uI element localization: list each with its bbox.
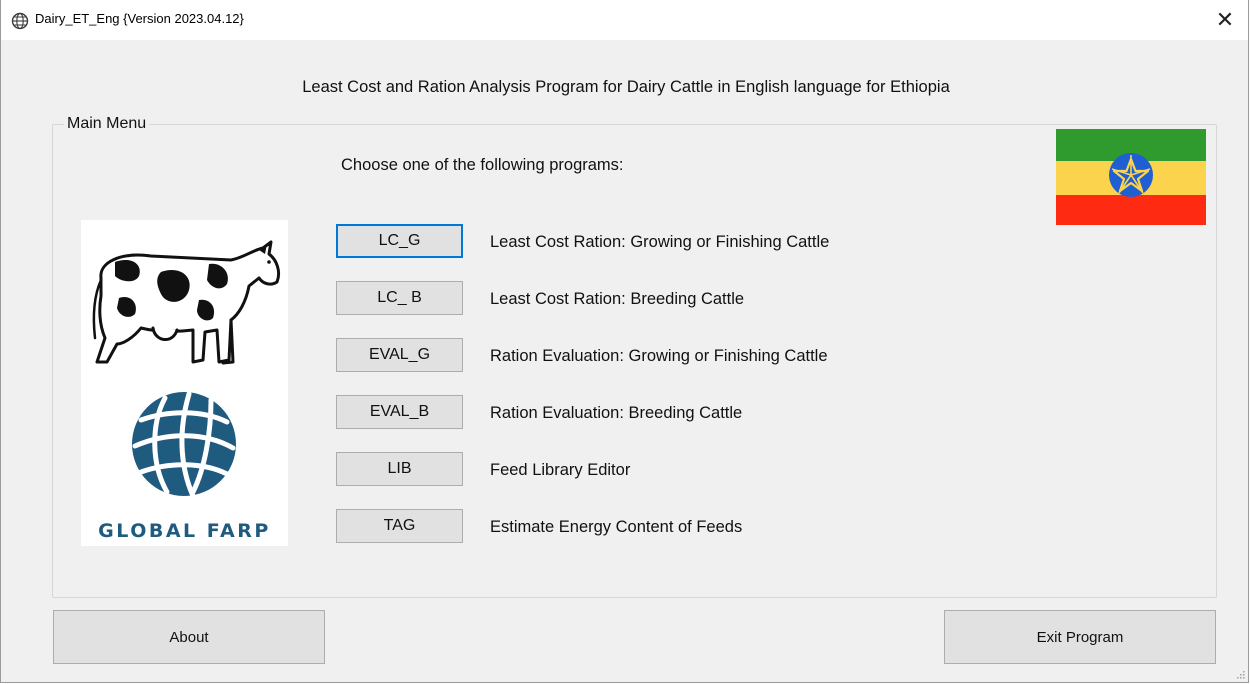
application-window: Dairy_ET_Eng {Version 2023.04.12} ✕ Leas…: [0, 0, 1249, 683]
tag-button[interactable]: TAG: [336, 509, 463, 543]
lcg-button[interactable]: LC_G: [336, 224, 463, 258]
logo-panel: GLOBAL FARP: [81, 220, 288, 546]
lib-description: Feed Library Editor: [490, 461, 631, 479]
about-button[interactable]: About: [53, 610, 325, 664]
exit-program-button[interactable]: Exit Program: [944, 610, 1216, 664]
program-heading: Least Cost and Ration Analysis Program f…: [302, 78, 950, 96]
about-button-label: About: [169, 628, 209, 646]
title-bar: Dairy_ET_Eng {Version 2023.04.12} ✕: [1, 0, 1248, 40]
evalg-description: Ration Evaluation: Growing or Finishing …: [490, 347, 828, 365]
choose-program-prompt: Choose one of the following programs:: [341, 156, 624, 174]
lcb-description: Least Cost Ration: Breeding Cattle: [490, 290, 745, 308]
close-button[interactable]: ✕: [1202, 0, 1248, 40]
lcg-button-label: LC_G: [378, 232, 421, 249]
exit-button-label: Exit Program: [1036, 628, 1124, 646]
global-farp-logo-text: GLOBAL FARP: [98, 520, 271, 542]
lib-button[interactable]: LIB: [336, 452, 463, 486]
evalb-button-label: EVAL_B: [369, 403, 430, 420]
evalg-button-label: EVAL_G: [368, 346, 431, 363]
evalb-description: Ration Evaluation: Breeding Cattle: [490, 404, 743, 422]
lib-button-label: LIB: [387, 460, 412, 477]
lcb-button[interactable]: LC_ B: [336, 281, 463, 315]
window-title: Dairy_ET_Eng {Version 2023.04.12}: [35, 11, 244, 26]
tag-description: Estimate Energy Content of Feeds: [490, 518, 743, 536]
lcb-button-label: LC_ B: [377, 289, 422, 306]
resize-grip-icon[interactable]: [1235, 669, 1245, 679]
close-icon: ✕: [1215, 7, 1235, 32]
dairy-cow-icon: [92, 240, 281, 365]
evalg-button[interactable]: EVAL_G: [336, 338, 463, 372]
main-menu-label: Main Menu: [64, 115, 150, 133]
evalb-button[interactable]: EVAL_B: [336, 395, 463, 429]
ethiopia-flag-icon: [1056, 129, 1206, 225]
global-farp-globe-icon: [132, 391, 236, 499]
lcg-description: Least Cost Ration: Growing or Finishing …: [490, 233, 830, 251]
tag-button-label: TAG: [383, 517, 416, 534]
globe-icon: [11, 12, 29, 30]
